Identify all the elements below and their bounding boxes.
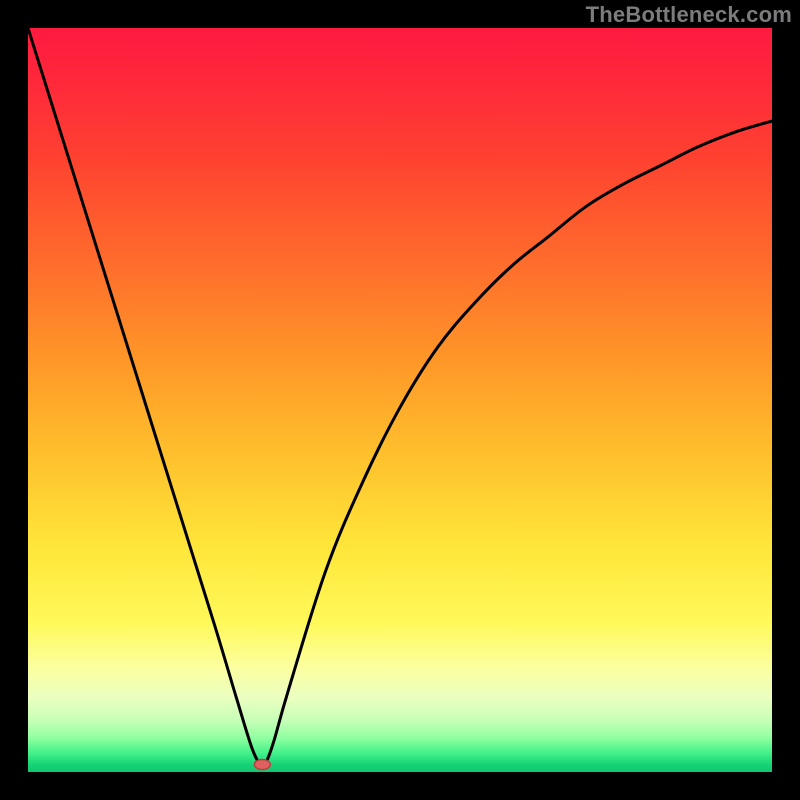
- bottleneck-curve: [28, 28, 772, 765]
- chart-frame: TheBottleneck.com: [0, 0, 800, 800]
- plot-svg: [28, 28, 772, 772]
- plot-area: [28, 28, 772, 772]
- watermark: TheBottleneck.com: [586, 2, 792, 28]
- minimum-marker: [254, 760, 270, 770]
